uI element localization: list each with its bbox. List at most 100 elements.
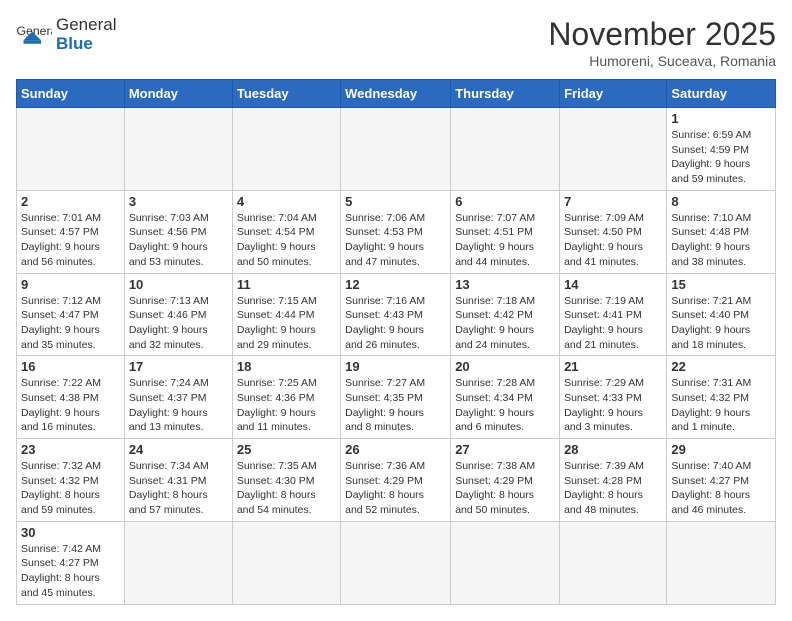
- title-block: November 2025 Humoreni, Suceava, Romania: [548, 16, 776, 69]
- calendar-day-cell: 24Sunrise: 7:34 AM Sunset: 4:31 PM Dayli…: [124, 439, 232, 522]
- calendar-day-cell: [451, 108, 560, 191]
- weekday-header-row: SundayMondayTuesdayWednesdayThursdayFrid…: [17, 80, 776, 108]
- calendar-week-row: 2Sunrise: 7:01 AM Sunset: 4:57 PM Daylig…: [17, 190, 776, 273]
- day-number: 15: [671, 277, 771, 292]
- calendar-day-cell: 20 Sunrise: 7:28 AM Sunset: 4:34 PM Dayli…: [451, 356, 560, 439]
- day-number: 9: [21, 277, 120, 292]
- day-info: Sunrise: 7:42 AM Sunset: 4:27 PM Dayligh…: [21, 542, 120, 601]
- day-info: Sunrise: 7:06 AM Sunset: 4:53 PM Dayligh…: [345, 211, 446, 270]
- calendar-day-cell: 7Sunrise: 7:09 AM Sunset: 4:50 PM Daylig…: [560, 190, 667, 273]
- calendar-day-cell: 2Sunrise: 7:01 AM Sunset: 4:57 PM Daylig…: [17, 190, 125, 273]
- calendar-day-cell: [124, 521, 232, 604]
- calendar-day-cell: 28 Sunrise: 7:39 AM Sunset: 4:28 PM Dayli…: [560, 439, 667, 522]
- calendar-day-cell: 18 Sunrise: 7:25 AM Sunset: 4:36 PM Dayli…: [232, 356, 340, 439]
- calendar-day-cell: 16Sunrise: 7:22 AM Sunset: 4:38 PM Dayli…: [17, 356, 125, 439]
- day-info: Sunrise: 7:04 AM Sunset: 4:54 PM Dayligh…: [237, 211, 336, 270]
- day-info: Sunrise: 7:13 AM Sunset: 4:46 PM Dayligh…: [129, 294, 228, 353]
- calendar-week-row: 16Sunrise: 7:22 AM Sunset: 4:38 PM Dayli…: [17, 356, 776, 439]
- day-info: Sunrise: 7:29 AM Sunset: 4:33 PM Dayligh…: [564, 376, 662, 435]
- day-info: Sunrise: 7:12 AM Sunset: 4:47 PM Dayligh…: [21, 294, 120, 353]
- calendar-day-cell: 14 Sunrise: 7:19 AM Sunset: 4:41 PM Dayli…: [560, 273, 667, 356]
- calendar-day-cell: [232, 521, 340, 604]
- logo-general-text: General: [56, 16, 116, 35]
- day-number: 4: [237, 194, 336, 209]
- day-number: 28: [564, 442, 662, 457]
- calendar-day-cell: 29 Sunrise: 7:40 AM Sunset: 4:27 PM Dayli…: [667, 439, 776, 522]
- calendar-day-cell: 25 Sunrise: 7:35 AM Sunset: 4:30 PM Dayli…: [232, 439, 340, 522]
- calendar-day-cell: 4 Sunrise: 7:04 AM Sunset: 4:54 PM Daylig…: [232, 190, 340, 273]
- day-info: Sunrise: 7:35 AM Sunset: 4:30 PM Dayligh…: [237, 459, 336, 518]
- day-number: 1: [671, 111, 771, 126]
- location-text: Humoreni, Suceava, Romania: [548, 53, 776, 69]
- logo: General General Blue: [16, 16, 116, 53]
- calendar-week-row: 23Sunrise: 7:32 AM Sunset: 4:32 PM Dayli…: [17, 439, 776, 522]
- day-info: Sunrise: 7:38 AM Sunset: 4:29 PM Dayligh…: [455, 459, 555, 518]
- calendar-week-row: 9 Sunrise: 7:12 AM Sunset: 4:47 PM Daylig…: [17, 273, 776, 356]
- calendar-day-cell: [560, 521, 667, 604]
- calendar-day-cell: [17, 108, 125, 191]
- logo-icon: General: [16, 21, 52, 49]
- calendar-day-cell: 3Sunrise: 7:03 AM Sunset: 4:56 PM Daylig…: [124, 190, 232, 273]
- calendar-day-cell: 30 Sunrise: 7:42 AM Sunset: 4:27 PM Dayli…: [17, 521, 125, 604]
- day-info: Sunrise: 7:01 AM Sunset: 4:57 PM Dayligh…: [21, 211, 120, 270]
- day-info: Sunrise: 7:07 AM Sunset: 4:51 PM Dayligh…: [455, 211, 555, 270]
- day-number: 29: [671, 442, 771, 457]
- calendar-day-cell: 13 Sunrise: 7:18 AM Sunset: 4:42 PM Dayli…: [451, 273, 560, 356]
- day-number: 30: [21, 525, 120, 540]
- day-number: 23: [21, 442, 120, 457]
- day-info: Sunrise: 7:10 AM Sunset: 4:48 PM Dayligh…: [671, 211, 771, 270]
- calendar-day-cell: [451, 521, 560, 604]
- day-number: 20: [455, 359, 555, 374]
- day-number: 6: [455, 194, 555, 209]
- calendar-day-cell: [341, 108, 451, 191]
- day-info: Sunrise: 7:24 AM Sunset: 4:37 PM Dayligh…: [129, 376, 228, 435]
- calendar-week-row: 30 Sunrise: 7:42 AM Sunset: 4:27 PM Dayli…: [17, 521, 776, 604]
- calendar-day-cell: 27Sunrise: 7:38 AM Sunset: 4:29 PM Dayli…: [451, 439, 560, 522]
- day-info: Sunrise: 7:22 AM Sunset: 4:38 PM Dayligh…: [21, 376, 120, 435]
- day-number: 8: [671, 194, 771, 209]
- calendar-day-cell: 6 Sunrise: 7:07 AM Sunset: 4:51 PM Daylig…: [451, 190, 560, 273]
- weekday-header-wednesday: Wednesday: [341, 80, 451, 108]
- day-info: Sunrise: 7:16 AM Sunset: 4:43 PM Dayligh…: [345, 294, 446, 353]
- day-number: 25: [237, 442, 336, 457]
- logo-blue-text: Blue: [56, 35, 116, 54]
- day-info: Sunrise: 7:39 AM Sunset: 4:28 PM Dayligh…: [564, 459, 662, 518]
- calendar-week-row: 1 Sunrise: 6:59 AM Sunset: 4:59 PM Daylig…: [17, 108, 776, 191]
- day-info: Sunrise: 7:25 AM Sunset: 4:36 PM Dayligh…: [237, 376, 336, 435]
- day-number: 5: [345, 194, 446, 209]
- calendar-day-cell: 12Sunrise: 7:16 AM Sunset: 4:43 PM Dayli…: [341, 273, 451, 356]
- day-number: 17: [129, 359, 228, 374]
- calendar-day-cell: [124, 108, 232, 191]
- day-info: Sunrise: 7:40 AM Sunset: 4:27 PM Dayligh…: [671, 459, 771, 518]
- calendar-day-cell: 11 Sunrise: 7:15 AM Sunset: 4:44 PM Dayli…: [232, 273, 340, 356]
- day-info: Sunrise: 7:18 AM Sunset: 4:42 PM Dayligh…: [455, 294, 555, 353]
- calendar-day-cell: [560, 108, 667, 191]
- calendar-day-cell: 22Sunrise: 7:31 AM Sunset: 4:32 PM Dayli…: [667, 356, 776, 439]
- day-number: 19: [345, 359, 446, 374]
- day-info: Sunrise: 7:27 AM Sunset: 4:35 PM Dayligh…: [345, 376, 446, 435]
- day-number: 7: [564, 194, 662, 209]
- day-number: 10: [129, 277, 228, 292]
- calendar-day-cell: 15 Sunrise: 7:21 AM Sunset: 4:40 PM Dayli…: [667, 273, 776, 356]
- day-number: 13: [455, 277, 555, 292]
- day-number: 26: [345, 442, 446, 457]
- day-info: Sunrise: 6:59 AM Sunset: 4:59 PM Dayligh…: [671, 128, 771, 187]
- calendar-day-cell: 21 Sunrise: 7:29 AM Sunset: 4:33 PM Dayli…: [560, 356, 667, 439]
- weekday-header-thursday: Thursday: [451, 80, 560, 108]
- weekday-header-sunday: Sunday: [17, 80, 125, 108]
- day-number: 11: [237, 277, 336, 292]
- day-info: Sunrise: 7:19 AM Sunset: 4:41 PM Dayligh…: [564, 294, 662, 353]
- day-info: Sunrise: 7:21 AM Sunset: 4:40 PM Dayligh…: [671, 294, 771, 353]
- weekday-header-friday: Friday: [560, 80, 667, 108]
- day-info: Sunrise: 7:28 AM Sunset: 4:34 PM Dayligh…: [455, 376, 555, 435]
- calendar-day-cell: [232, 108, 340, 191]
- day-number: 24: [129, 442, 228, 457]
- day-info: Sunrise: 7:15 AM Sunset: 4:44 PM Dayligh…: [237, 294, 336, 353]
- day-number: 18: [237, 359, 336, 374]
- page-header: General General Blue November 2025 Humor…: [16, 16, 776, 69]
- day-info: Sunrise: 7:03 AM Sunset: 4:56 PM Dayligh…: [129, 211, 228, 270]
- calendar-day-cell: 9 Sunrise: 7:12 AM Sunset: 4:47 PM Daylig…: [17, 273, 125, 356]
- day-number: 14: [564, 277, 662, 292]
- day-number: 21: [564, 359, 662, 374]
- calendar-day-cell: [667, 521, 776, 604]
